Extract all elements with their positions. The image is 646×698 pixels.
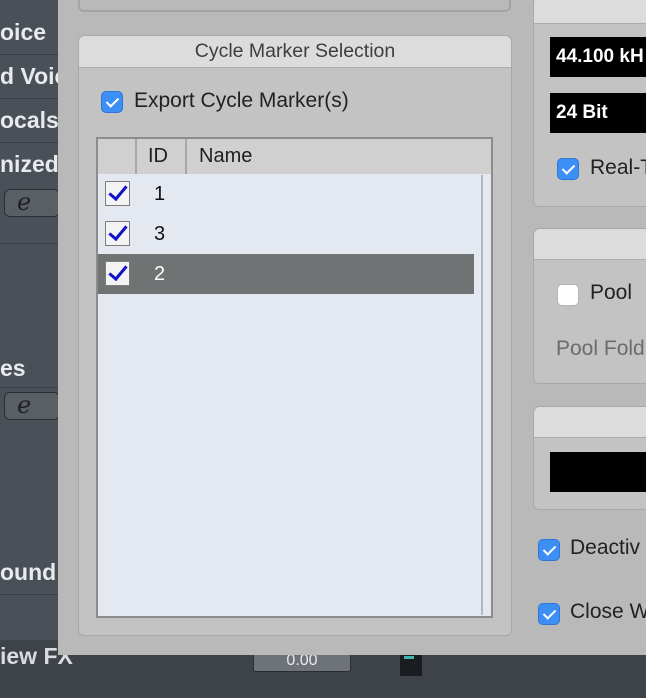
panel-header [534, 229, 646, 260]
table-scrollbar[interactable] [481, 175, 483, 615]
track-header[interactable]: d Voic [0, 55, 67, 99]
bit-depth-select[interactable]: 24 Bit [550, 93, 646, 133]
post-process-select[interactable] [550, 452, 646, 492]
marker-id: 3 [154, 223, 166, 245]
column-header-id[interactable]: ID [148, 139, 168, 174]
realtime-export-checkbox[interactable] [557, 158, 579, 180]
pool-checkbox[interactable] [557, 284, 579, 306]
edit-channel-button[interactable]: e [4, 188, 60, 217]
edit-icon: e [17, 188, 32, 216]
track-name: nized [0, 151, 59, 177]
export-cycle-markers-label: Export Cycle Marker(s) [134, 89, 349, 112]
column-header-name[interactable]: Name [199, 139, 252, 174]
edit-channel-button[interactable]: e [4, 391, 60, 420]
column-divider [135, 139, 137, 174]
edit-icon: e [17, 391, 32, 419]
realtime-export-label: Real-T [590, 156, 646, 179]
track-header[interactable]: oice [0, 11, 60, 55]
row-checkbox[interactable] [105, 181, 130, 206]
table-row[interactable]: 1 [98, 174, 474, 214]
column-divider [185, 139, 187, 174]
table-row[interactable]: 3 [98, 214, 474, 254]
panel-header [534, 407, 646, 438]
marker-id: 2 [154, 263, 166, 285]
row-checkbox[interactable] [105, 261, 130, 286]
track-header[interactable]: es [0, 347, 60, 388]
deactivate-label: Deactiv [570, 536, 641, 559]
cycle-marker-table: ID Name 1 3 2 [96, 137, 493, 618]
meter-level [404, 656, 414, 659]
track-name: es [0, 355, 26, 381]
pool-folder-label: Pool Fold [556, 337, 645, 360]
export-cycle-markers-checkbox[interactable] [101, 91, 123, 113]
row-checkbox[interactable] [105, 221, 130, 246]
pool-label: Pool [590, 281, 633, 304]
marker-id: 1 [154, 183, 166, 205]
sample-rate-select[interactable]: 44.100 kH [550, 37, 646, 77]
track-name: oice [0, 19, 47, 45]
table-header: ID Name [98, 139, 491, 174]
panel-header [534, 0, 646, 24]
group-title: Cycle Marker Selection [79, 36, 511, 68]
close-window-label: Close W [570, 600, 646, 623]
track-header[interactable]: ocals [0, 99, 60, 143]
track-name: ocals [0, 107, 59, 133]
close-window-checkbox[interactable] [538, 603, 560, 625]
track-name: ound [0, 559, 57, 585]
deactivate-checkbox[interactable] [538, 539, 560, 561]
top-panel [78, 0, 511, 12]
track-header[interactable]: ound [0, 551, 60, 595]
table-row-selected[interactable]: 2 [98, 254, 474, 294]
